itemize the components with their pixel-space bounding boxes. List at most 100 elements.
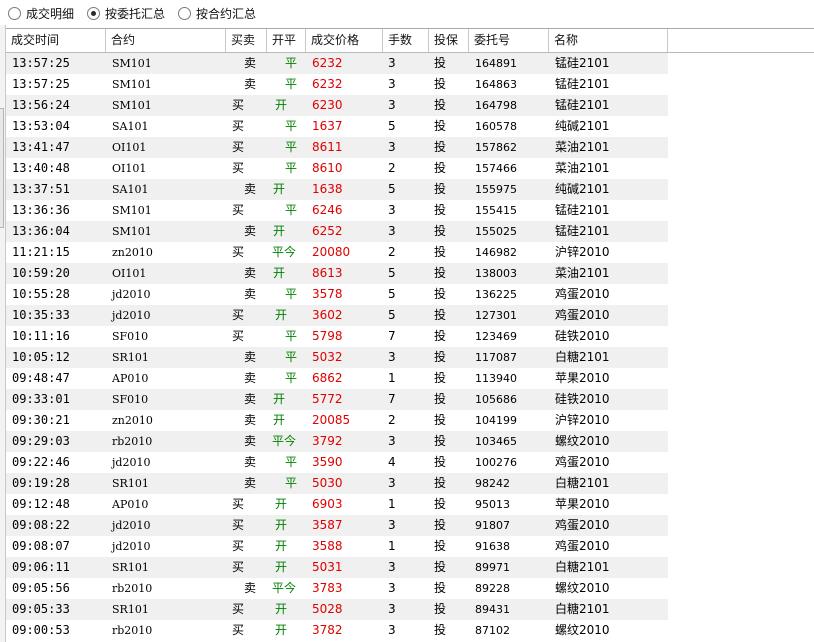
cell-open-close: 开 xyxy=(267,263,306,284)
cell-price: 20080 xyxy=(312,245,351,259)
table-row[interactable]: 09:30:21 zn2010 卖 开 20085 2 投 104199 沪锌2010 xyxy=(6,410,668,431)
table-row[interactable]: 13:40:48 OI101 买 平 8610 2 投 157466 菜油2101 xyxy=(6,158,668,179)
table-row[interactable]: 13:36:04 SM101 卖 开 6252 3 投 155025 锰硅2101 xyxy=(6,221,668,242)
collapse-handle[interactable] xyxy=(0,108,4,228)
cell-hedge: 投 xyxy=(434,308,447,322)
direction-text: 卖 xyxy=(244,287,257,301)
cell-quantity: 3 xyxy=(388,476,396,490)
cell-order-id: 155415 xyxy=(475,204,517,217)
table-row[interactable]: 09:29:03 rb2010 卖 平今 3792 3 投 103465 螺纹2010 xyxy=(6,431,668,452)
cell-name: 硅铁2010 xyxy=(555,392,610,406)
cell-hedge: 投 xyxy=(434,602,447,616)
direction-text: 买 xyxy=(232,98,245,112)
cell-direction: 买 xyxy=(226,620,267,641)
column-header-direction[interactable]: 买卖 xyxy=(226,29,267,52)
cell-order-id: 160578 xyxy=(475,120,517,133)
column-header-contract[interactable]: 合约 xyxy=(106,29,226,52)
table-row[interactable]: 13:57:25 SM101 卖 平 6232 3 投 164891 锰硅2101 xyxy=(6,53,668,74)
table-row[interactable]: 09:12:48 AP010 买 开 6903 1 投 95013 苹果2010 xyxy=(6,494,668,515)
table-row[interactable]: 13:56:24 SM101 买 开 6230 3 投 164798 锰硅2101 xyxy=(6,95,668,116)
radio-trade-detail[interactable]: 成交明细 xyxy=(8,4,74,22)
cell-trade-time: 13:37:51 xyxy=(12,182,70,196)
cell-name: 苹果2010 xyxy=(555,371,610,385)
table-row[interactable]: 13:57:25 SM101 卖 平 6232 3 投 164863 锰硅2101 xyxy=(6,74,668,95)
cell-trade-time: 10:05:12 xyxy=(12,350,70,364)
cell-price: 6903 xyxy=(312,497,343,511)
column-header-order-id[interactable]: 委托号 xyxy=(469,29,549,52)
table-row[interactable]: 09:00:53 rb2010 买 开 3782 3 投 87102 螺纹2010 xyxy=(6,620,668,641)
radio-by-contract-summary[interactable]: 按合约汇总 xyxy=(178,4,256,22)
cell-name: 鸡蛋2010 xyxy=(555,287,610,301)
table-row[interactable]: 13:36:36 SM101 买 平 6246 3 投 155415 锰硅2101 xyxy=(6,200,668,221)
cell-trade-time: 10:35:33 xyxy=(12,308,70,322)
cell-hedge: 投 xyxy=(434,623,447,637)
cell-price: 8610 xyxy=(312,161,343,175)
cell-direction: 买 xyxy=(226,326,267,347)
table-row[interactable]: 09:05:33 SR101 买 开 5028 3 投 89431 白糖2101 xyxy=(6,599,668,620)
cell-open-close: 开 xyxy=(267,179,306,200)
cell-hedge: 投 xyxy=(434,539,447,553)
direction-text: 卖 xyxy=(244,476,257,490)
direction-text: 卖 xyxy=(244,371,257,385)
cell-price: 3782 xyxy=(312,623,343,637)
cell-price: 5028 xyxy=(312,602,343,616)
table-row[interactable]: 11:21:15 zn2010 买 平今 20080 2 投 146982 沪锌2010 xyxy=(6,242,668,263)
table-row[interactable]: 13:37:51 SA101 卖 开 1638 5 投 155975 纯碱2101 xyxy=(6,179,668,200)
table-row[interactable]: 10:11:16 SF010 买 平 5798 7 投 123469 硅铁2010 xyxy=(6,326,668,347)
cell-name: 锰硅2101 xyxy=(555,77,610,91)
cell-open-close: 平 xyxy=(267,452,306,473)
table-row[interactable]: 09:33:01 SF010 卖 开 5772 7 投 105686 硅铁2010 xyxy=(6,389,668,410)
table-row[interactable]: 10:35:33 jd2010 买 开 3602 5 投 127301 鸡蛋2010 xyxy=(6,305,668,326)
cell-direction: 买 xyxy=(226,95,267,116)
table-row[interactable]: 09:48:47 AP010 卖 平 6862 1 投 113940 苹果2010 xyxy=(6,368,668,389)
direction-text: 买 xyxy=(232,497,245,511)
table-row[interactable]: 09:08:22 jd2010 买 开 3587 3 投 91807 鸡蛋2010 xyxy=(6,515,668,536)
cell-order-id: 104199 xyxy=(475,414,517,427)
column-header-name[interactable]: 名称 xyxy=(549,29,668,52)
cell-direction: 买 xyxy=(226,515,267,536)
table-row[interactable]: 09:08:07 jd2010 买 开 3588 1 投 91638 鸡蛋2010 xyxy=(6,536,668,557)
radio-label: 按合约汇总 xyxy=(196,6,257,21)
column-header-hedge[interactable]: 投保 xyxy=(429,29,469,52)
table-row[interactable]: 09:06:11 SR101 买 开 5031 3 投 89971 白糖2101 xyxy=(6,557,668,578)
table-row[interactable]: 13:41:47 OI101 买 平 8611 3 投 157862 菜油2101 xyxy=(6,137,668,158)
table-row[interactable]: 09:19:28 SR101 卖 平 5030 3 投 98242 白糖2101 xyxy=(6,473,668,494)
table-row[interactable]: 09:22:46 jd2010 卖 平 3590 4 投 100276 鸡蛋2010 xyxy=(6,452,668,473)
radio-button-icon[interactable] xyxy=(8,6,21,20)
direction-text: 卖 xyxy=(244,224,257,238)
cell-trade-time: 13:53:04 xyxy=(12,119,70,133)
cell-trade-time: 13:56:24 xyxy=(12,98,70,112)
cell-direction: 买 xyxy=(226,599,267,620)
direction-text: 买 xyxy=(232,203,245,217)
radio-button-checked-icon[interactable] xyxy=(87,6,100,20)
cell-hedge: 投 xyxy=(434,56,447,70)
column-header-price[interactable]: 成交价格 xyxy=(306,29,383,52)
cell-trade-time: 09:22:46 xyxy=(12,455,70,469)
table-row[interactable]: 10:59:20 OI101 卖 开 8613 5 投 138003 菜油2101 xyxy=(6,263,668,284)
cell-hedge: 投 xyxy=(434,518,447,532)
table-row[interactable]: 09:05:56 rb2010 卖 平今 3783 3 投 89228 螺纹2010 xyxy=(6,578,668,599)
cell-quantity: 1 xyxy=(388,371,396,385)
open-close-text: 平 xyxy=(285,350,298,364)
column-header-quantity[interactable]: 手数 xyxy=(383,29,429,52)
radio-button-icon[interactable] xyxy=(178,6,191,20)
column-header-open-close[interactable]: 开平 xyxy=(267,29,306,52)
cell-trade-time: 11:21:15 xyxy=(12,245,70,259)
cell-quantity: 3 xyxy=(388,224,396,238)
radio-by-order-summary[interactable]: 按委托汇总 xyxy=(87,4,165,22)
cell-price: 6252 xyxy=(312,224,343,238)
cell-direction: 卖 xyxy=(226,263,267,284)
cell-price: 6246 xyxy=(312,203,343,217)
cell-price: 5032 xyxy=(312,350,343,364)
column-header-time[interactable]: 成交时间 xyxy=(6,29,106,52)
cell-contract: rb2010 xyxy=(112,435,153,448)
table-row[interactable]: 10:05:12 SR101 卖 平 5032 3 投 117087 白糖2101 xyxy=(6,347,668,368)
table-row[interactable]: 10:55:28 jd2010 卖 平 3578 5 投 136225 鸡蛋2010 xyxy=(6,284,668,305)
cell-name: 鸡蛋2010 xyxy=(555,308,610,322)
cell-direction: 买 xyxy=(226,305,267,326)
cell-direction: 卖 xyxy=(226,179,267,200)
cell-quantity: 2 xyxy=(388,413,396,427)
table-row[interactable]: 13:53:04 SA101 买 平 1637 5 投 160578 纯碱2101 xyxy=(6,116,668,137)
cell-hedge: 投 xyxy=(434,140,447,154)
cell-direction: 买 xyxy=(226,494,267,515)
